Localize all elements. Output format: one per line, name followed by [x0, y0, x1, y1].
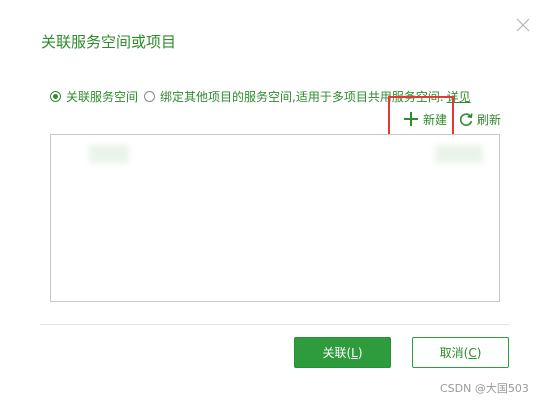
radio-bind-other-project-space[interactable]: 绑定其他项目的服务空间,适用于多项目共用服务空间. 详见 [144, 88, 471, 105]
service-space-list[interactable] [50, 134, 500, 302]
cancel-button[interactable]: 取消(C) [412, 337, 509, 368]
close-button[interactable] [514, 16, 532, 34]
list-item[interactable] [435, 145, 483, 163]
radio-unchecked-icon [144, 90, 156, 102]
refresh-button-label: 刷新 [477, 112, 502, 127]
associate-button[interactable]: 关联(L) [294, 337, 391, 368]
new-button[interactable]: 新建 [402, 109, 447, 129]
association-mode-options: 关联服务空间 绑定其他项目的服务空间,适用于多项目共用服务空间. 详见 [50, 88, 471, 104]
dialog-title: 关联服务空间或项目 [41, 33, 177, 51]
radio-option2-label: 绑定其他项目的服务空间,适用于多项目共用服务空间. [160, 89, 444, 104]
new-button-label: 新建 [423, 112, 448, 127]
radio-option1-label: 关联服务空间 [66, 89, 139, 104]
list-item[interactable] [89, 145, 129, 163]
associate-service-space-dialog: 关联服务空间或项目 关联服务空间 绑定其他项目的服务空间,适用于多项目共用服务空… [0, 0, 550, 400]
watermark: CSDN @大国503 [440, 382, 529, 395]
refresh-icon [459, 113, 473, 126]
refresh-button[interactable]: 刷新 [458, 109, 501, 129]
close-icon [516, 18, 530, 32]
cancel-button-label: 取消 [439, 346, 464, 360]
cancel-shortcut-key: C [468, 346, 477, 360]
radio-associate-service-space[interactable]: 关联服务空间 [50, 88, 138, 105]
details-link[interactable]: 详见 [447, 88, 471, 105]
radio-checked-icon [50, 90, 61, 102]
associate-shortcut-key: L [351, 346, 358, 360]
footer-divider [40, 324, 510, 325]
plus-icon [404, 112, 418, 126]
associate-button-label: 关联 [322, 346, 347, 360]
